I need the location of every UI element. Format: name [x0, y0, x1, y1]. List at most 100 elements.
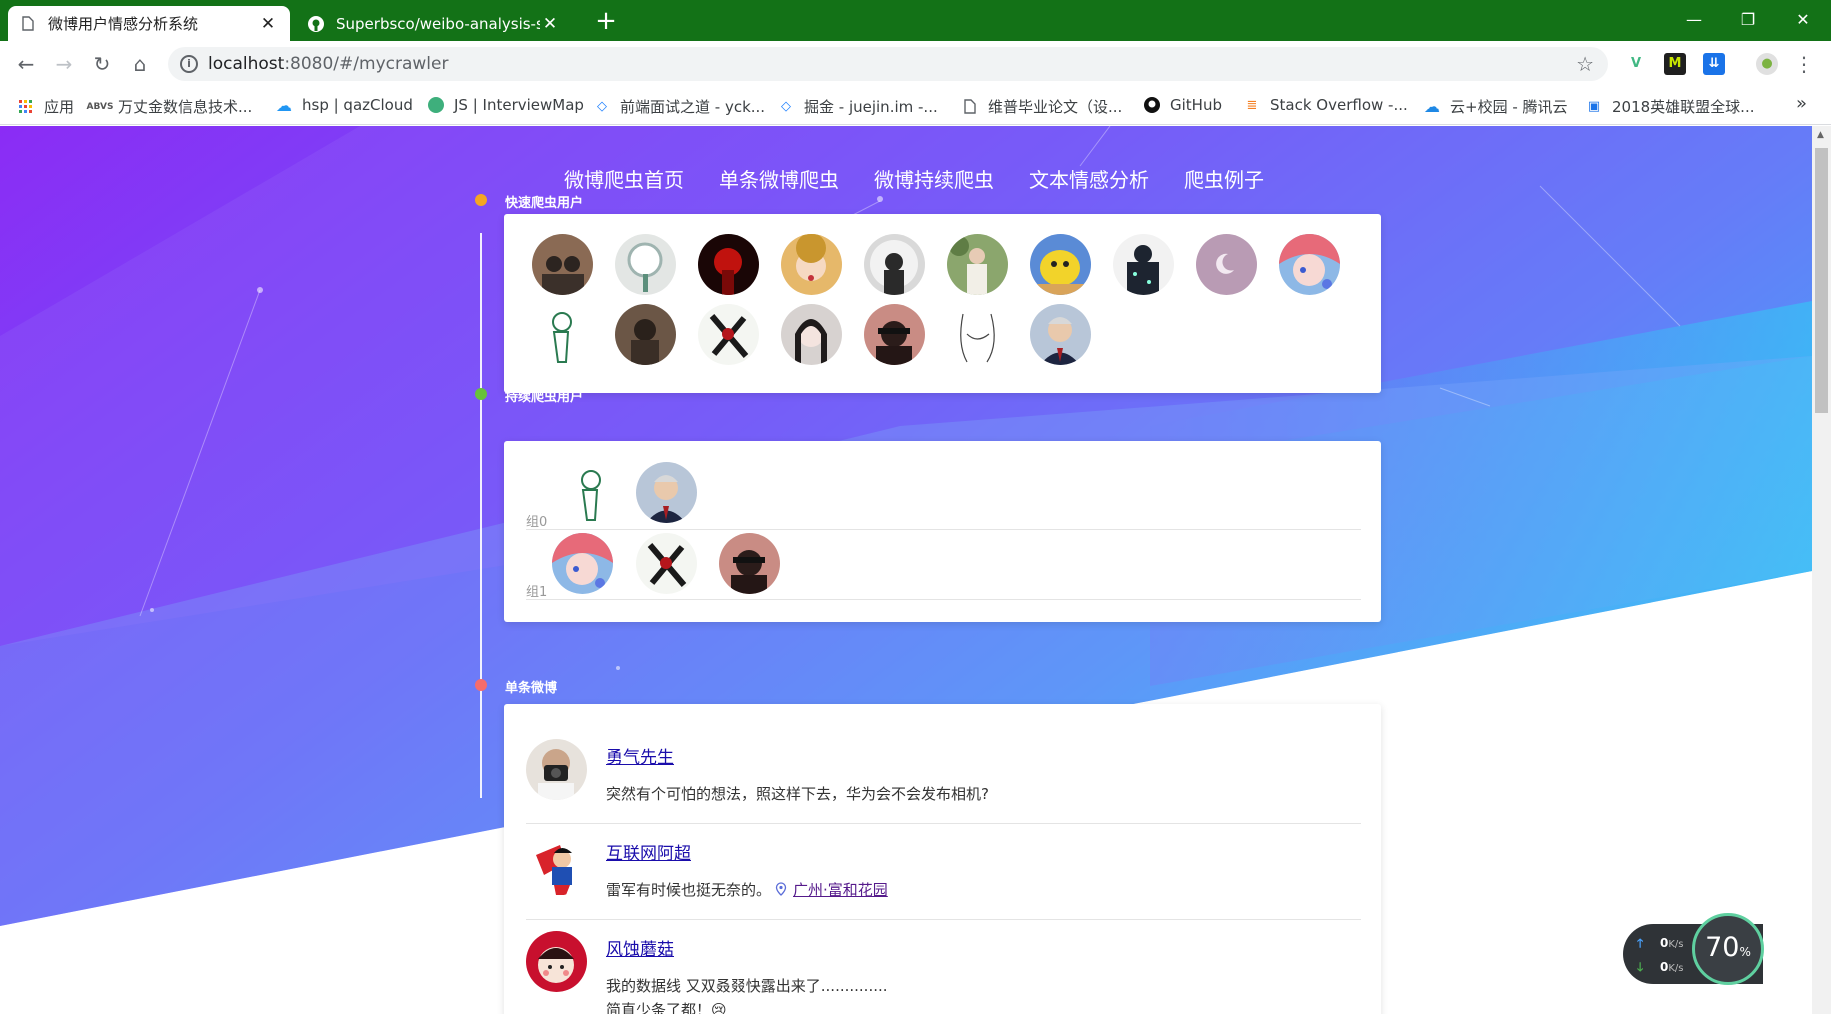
tencent-cloud-icon: ☁: [1424, 97, 1440, 116]
timeline-dot-single: [475, 679, 487, 691]
section-label-quick: 快速爬虫用户: [505, 196, 584, 211]
scrollbar-thumb[interactable]: [1815, 148, 1828, 413]
weibo-text: 我的数据线 又双叒叕快露出来了..............: [606, 977, 888, 995]
bookmark-weipu[interactable]: 维普毕业论文（设...: [962, 96, 1122, 117]
user-avatar[interactable]: [947, 304, 1008, 365]
weibo-author-link[interactable]: 勇气先生: [606, 743, 674, 768]
bookmark-apps[interactable]: 应用: [18, 96, 74, 117]
user-avatar[interactable]: [781, 234, 842, 295]
section-label-single: 单条微博: [505, 681, 558, 696]
address-bar[interactable]: i localhost:8080/#/mycrawler ☆: [168, 47, 1608, 81]
page-icon: [962, 99, 978, 115]
bookmark-lol[interactable]: ▣ 2018英雄联盟全球...: [1586, 96, 1755, 117]
group0-avatar[interactable]: [636, 462, 697, 523]
location-pin-icon: [775, 882, 787, 896]
bookmark-yck[interactable]: ◇ 前端面试之道 - yck...: [594, 96, 765, 117]
user-avatar[interactable]: [615, 234, 676, 295]
weibo-author-link[interactable]: 风蚀蘑菇: [606, 935, 674, 960]
user-avatar[interactable]: [1030, 234, 1091, 295]
bookmark-stackoverflow[interactable]: ≣ Stack Overflow -...: [1244, 96, 1408, 114]
weibo-avatar[interactable]: [526, 835, 587, 896]
weibo-avatar[interactable]: [526, 739, 587, 800]
user-avatar[interactable]: [698, 304, 759, 365]
user-avatar[interactable]: [532, 234, 593, 295]
forward-icon[interactable]: →: [50, 50, 78, 78]
tab-weibo-analysis[interactable]: 微博用户情感分析系统 ✕: [8, 6, 290, 41]
bookmark-qazcloud[interactable]: ☁ hsp | qazCloud: [276, 95, 413, 115]
tab-title: 微博用户情感分析系统: [48, 15, 199, 33]
group1-avatar[interactable]: [552, 533, 613, 594]
back-icon[interactable]: ←: [12, 50, 40, 78]
group-label: 组0: [526, 515, 548, 530]
bookmark-star-icon[interactable]: ☆: [1576, 52, 1594, 76]
juejin-icon: ◇: [597, 99, 607, 114]
user-avatar[interactable]: [1279, 234, 1340, 295]
group-label: 组1: [526, 585, 548, 600]
nav-home[interactable]: 微博爬虫首页: [564, 164, 684, 193]
nav-sentiment-analysis[interactable]: 文本情感分析: [1029, 164, 1149, 193]
github-icon: [308, 15, 324, 32]
page-icon: [20, 16, 36, 32]
weibo-avatar[interactable]: [526, 931, 587, 992]
page-viewport: 微博爬虫首页 单条微博爬虫 微博持续爬虫 文本情感分析 爬虫例子 快速爬虫用户 …: [0, 126, 1812, 1014]
continuous-users-card: 组0 组1: [504, 441, 1381, 622]
close-tab-icon[interactable]: ✕: [258, 14, 278, 34]
scroll-up-icon[interactable]: ▲: [1817, 130, 1824, 140]
extension-bookmark-icon[interactable]: ⇊: [1703, 53, 1725, 75]
user-avatar[interactable]: [1113, 234, 1174, 295]
user-avatar[interactable]: [947, 234, 1008, 295]
user-avatar[interactable]: [1196, 234, 1257, 295]
nav-crawler-examples[interactable]: 爬虫例子: [1184, 164, 1264, 193]
user-avatar[interactable]: [532, 304, 593, 365]
bookmarks-bar: 应用 ABVS 万丈金数信息技术... ☁ hsp | qazCloud JS …: [0, 87, 1831, 125]
group-divider: [526, 529, 1361, 530]
restore-button[interactable]: ❐: [1725, 4, 1771, 36]
user-avatar[interactable]: [864, 234, 925, 295]
bookmark-juejin[interactable]: ◇ 掘金 - juejin.im -...: [778, 96, 938, 117]
user-avatar[interactable]: [781, 304, 842, 365]
user-avatar[interactable]: [615, 304, 676, 365]
menu-icon[interactable]: ⋮: [1794, 51, 1814, 77]
vue-devtools-icon[interactable]: V: [1625, 53, 1647, 75]
bookmark-github[interactable]: GitHub: [1144, 96, 1222, 114]
user-avatar[interactable]: [1030, 304, 1091, 365]
close-tab-icon[interactable]: ✕: [540, 14, 560, 34]
bookmark-wanzhang[interactable]: ABVS 万丈金数信息技术...: [86, 96, 253, 117]
weibo-author-link[interactable]: 互联网阿超: [606, 839, 691, 864]
tab-github[interactable]: Superbsco/weibo-analysis-sys ✕: [296, 6, 572, 41]
group1-avatar[interactable]: [719, 533, 780, 594]
wanzhang-icon: ABVS: [86, 101, 114, 112]
group1-avatar[interactable]: [636, 533, 697, 594]
user-avatar[interactable]: [698, 234, 759, 295]
tab-title: Superbsco/weibo-analysis-sys: [336, 14, 540, 33]
nav-single-crawler[interactable]: 单条微博爬虫: [719, 164, 839, 193]
reload-icon[interactable]: ↻: [88, 50, 116, 78]
memory-usage-gauge[interactable]: 70%: [1692, 913, 1764, 985]
bookmark-tencent-cloud[interactable]: ☁ 云+校园 - 腾讯云: [1424, 96, 1568, 117]
profile-avatar[interactable]: ●: [1756, 53, 1778, 75]
download-speed: 🡓 0K/s: [1637, 960, 1684, 974]
group0-avatar[interactable]: [561, 462, 622, 523]
timeline-dot-continuous: [475, 388, 487, 400]
weibo-divider: [526, 823, 1361, 824]
nav-continuous-crawler[interactable]: 微博持续爬虫: [874, 164, 994, 193]
site-info-icon[interactable]: i: [180, 55, 198, 73]
weibo-location-link[interactable]: 广州·富和花园: [793, 881, 888, 899]
home-icon[interactable]: ⌂: [126, 50, 154, 78]
cloud-icon: ☁: [276, 95, 292, 115]
close-window-button[interactable]: ✕: [1780, 4, 1826, 36]
new-tab-button[interactable]: +: [592, 8, 620, 36]
extension-m-icon[interactable]: M: [1664, 53, 1686, 75]
user-avatar[interactable]: [864, 304, 925, 365]
timeline-dot-quick: [475, 194, 487, 206]
url-text[interactable]: localhost:8080/#/mycrawler: [208, 54, 448, 74]
browser-titlebar: 微博用户情感分析系统 ✕ Superbsco/weibo-analysis-sy…: [0, 0, 1831, 41]
bookmark-interviewmap[interactable]: JS | InterviewMap: [428, 96, 584, 114]
single-weibo-card: 勇气先生 突然有个可怕的想法，照这样下去，华为会不会发布相机? 互联网阿超 雷军…: [504, 704, 1381, 1014]
juejin-icon: ◇: [781, 99, 791, 114]
bookmarks-overflow-button[interactable]: »: [1796, 93, 1807, 114]
group-divider: [526, 599, 1361, 600]
minimize-button[interactable]: —: [1671, 4, 1717, 36]
page-scrollbar[interactable]: ▲: [1812, 126, 1831, 1014]
stackoverflow-icon: ≣: [1246, 97, 1258, 113]
